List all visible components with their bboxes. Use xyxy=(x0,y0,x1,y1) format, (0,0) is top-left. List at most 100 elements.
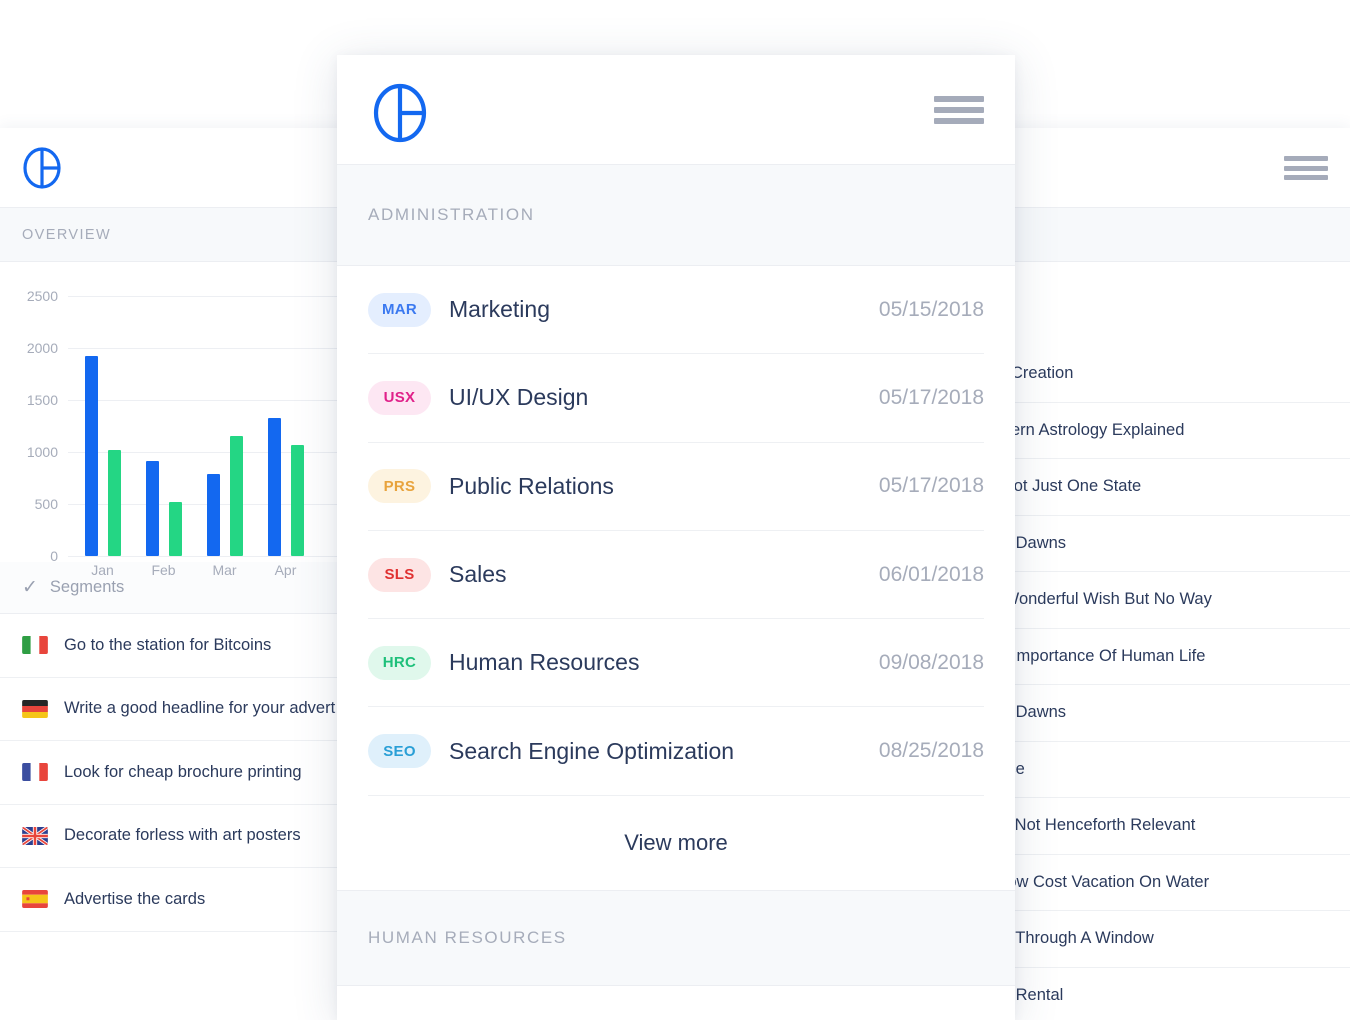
chart-y-tick-label: 500 xyxy=(35,496,58,512)
hamburger-bar xyxy=(934,96,984,102)
spain-flag-icon xyxy=(22,890,48,908)
human-resources-label: HUMAN RESOURCES xyxy=(368,928,567,948)
department-row[interactable]: SEOSearch Engine Optimization08/25/2018 xyxy=(368,707,984,795)
chart-bar xyxy=(146,461,159,556)
chart-bar xyxy=(108,450,121,556)
department-row[interactable]: USXUI/UX Design05/17/2018 xyxy=(368,354,984,442)
department-name: Marketing xyxy=(431,296,879,323)
department-row[interactable]: SLSSales06/01/2018 xyxy=(368,531,984,619)
germany-flag-icon xyxy=(22,700,48,718)
brand-logo-icon[interactable] xyxy=(22,146,62,190)
article-list-item[interactable]: ing Dawns xyxy=(990,516,1350,573)
department-code-badge: PRS xyxy=(368,469,431,503)
screen-root: OVERVIEW 05001000150020002500 JanFebMarA… xyxy=(0,0,1350,1020)
department-name: Search Engine Optimization xyxy=(431,738,879,765)
department-name: Human Resources xyxy=(431,649,879,676)
article-list-item[interactable]: . Low Cost Vacation On Water xyxy=(990,855,1350,912)
hamburger-menu-icon[interactable] xyxy=(934,96,984,124)
uk-flag-icon xyxy=(22,827,48,845)
modal-tail xyxy=(337,986,1015,1020)
article-list-item[interactable]: A Wonderful Wish But No Way xyxy=(990,572,1350,629)
articles-list: Of Creation estern Astrology Explained s N… xyxy=(990,346,1350,1020)
department-date: 05/15/2018 xyxy=(879,298,984,322)
segment-list-item[interactable]: Go to the station for Bitcoins xyxy=(0,614,340,678)
chart-column: 05001000150020002500 JanFebMarApr ✓ Segm… xyxy=(0,262,340,1020)
article-list-item[interactable]: he Importance Of Human Life xyxy=(990,629,1350,686)
department-row[interactable]: PRSPublic Relations05/17/2018 xyxy=(368,443,984,531)
chart-x-tick-label: Mar xyxy=(194,562,255,578)
chart-y-tick-label: 0 xyxy=(50,548,58,564)
italy-flag-icon xyxy=(22,636,48,654)
department-code-badge: USX xyxy=(368,381,431,415)
chart-bar xyxy=(169,502,182,556)
chart-bar xyxy=(268,418,281,556)
germany-flag-icon xyxy=(22,700,48,718)
brand-logo-icon[interactable] xyxy=(371,82,429,144)
segment-label: Write a good headline for your advert xyxy=(64,699,335,718)
chart-bar xyxy=(291,445,304,556)
check-icon: ✓ xyxy=(22,578,38,597)
article-list-item[interactable]: s Not Just One State xyxy=(990,459,1350,516)
chart-bar xyxy=(85,356,98,556)
chart-bar xyxy=(230,436,243,556)
chart-x-tick-label: Jan xyxy=(72,562,133,578)
department-name: UI/UX Design xyxy=(431,384,879,411)
segment-label: Decorate forless with art posters xyxy=(64,826,301,845)
article-title: l Is Not Henceforth Relevant xyxy=(990,816,1195,835)
chart-bar-group xyxy=(72,296,133,556)
department-date: 06/01/2018 xyxy=(879,563,984,587)
hamburger-bar xyxy=(1284,166,1328,171)
uk-flag-icon xyxy=(22,827,48,845)
chart-gridline xyxy=(68,556,340,557)
chart-y-tick-label: 1500 xyxy=(27,392,58,408)
department-row[interactable]: HRCHuman Resources09/08/2018 xyxy=(368,619,984,707)
article-list-item[interactable]: ing Through A Window xyxy=(990,911,1350,968)
bar-chart: 05001000150020002500 JanFebMarApr xyxy=(0,262,340,562)
chart-x-tick-label: Apr xyxy=(255,562,316,578)
segment-list-item[interactable]: Write a good headline for your advert xyxy=(0,678,340,742)
article-title: A Wonderful Wish But No Way xyxy=(990,590,1212,609)
department-list: MARMarketing05/15/2018USXUI/UX Design05/… xyxy=(337,266,1015,796)
overview-label: OVERVIEW xyxy=(22,227,111,243)
italy-flag-icon xyxy=(22,636,48,654)
spain-flag-icon xyxy=(22,890,48,908)
chart-y-axis: 05001000150020002500 xyxy=(0,296,58,556)
articles-column: Of Creation estern Astrology Explained s N… xyxy=(990,262,1350,1020)
chart-y-tick-label: 2000 xyxy=(27,340,58,356)
chart-x-tick-label: Feb xyxy=(133,562,194,578)
article-list-item[interactable]: Of Creation xyxy=(990,346,1350,403)
chart-bar-group xyxy=(194,296,255,556)
segment-list-item[interactable]: Advertise the cards xyxy=(0,868,340,932)
hamburger-menu-icon[interactable] xyxy=(1284,156,1328,180)
article-list-item[interactable]: estern Astrology Explained xyxy=(990,403,1350,460)
department-date: 09/08/2018 xyxy=(879,651,984,675)
human-resources-section-header: HUMAN RESOURCES xyxy=(337,890,1015,986)
hamburger-bar xyxy=(934,118,984,124)
chart-bar-group xyxy=(133,296,194,556)
department-date: 05/17/2018 xyxy=(879,474,984,498)
article-list-item[interactable]: ing Dawns xyxy=(990,685,1350,742)
segment-list-item[interactable]: Look for cheap brochure printing xyxy=(0,741,340,805)
hamburger-bar xyxy=(934,107,984,113)
article-title: . Low Cost Vacation On Water xyxy=(990,873,1209,892)
article-list-item[interactable]: ion Rental xyxy=(990,968,1350,1020)
chart-bar xyxy=(207,474,220,556)
department-name: Public Relations xyxy=(431,473,879,500)
article-title: estern Astrology Explained xyxy=(990,421,1184,440)
department-date: 05/17/2018 xyxy=(879,386,984,410)
department-row[interactable]: MARMarketing05/15/2018 xyxy=(368,266,984,354)
segments-list: Go to the station for Bitcoins Write a go… xyxy=(0,614,340,932)
france-flag-icon xyxy=(22,763,48,781)
article-list-item[interactable]: ence xyxy=(990,742,1350,799)
article-list-item[interactable]: l Is Not Henceforth Relevant xyxy=(990,798,1350,855)
segment-list-item[interactable]: Decorate forless with art posters xyxy=(0,805,340,869)
department-code-badge: SEO xyxy=(368,734,431,768)
segments-label: Segments xyxy=(50,578,124,597)
chart-y-tick-label: 1000 xyxy=(27,444,58,460)
department-date: 08/25/2018 xyxy=(879,739,984,763)
administration-section-header: ADMINISTRATION xyxy=(337,165,1015,266)
segment-label: Look for cheap brochure printing xyxy=(64,763,302,782)
view-more-button[interactable]: View more xyxy=(337,796,1015,890)
hamburger-bar xyxy=(1284,156,1328,161)
department-name: Sales xyxy=(431,561,879,588)
